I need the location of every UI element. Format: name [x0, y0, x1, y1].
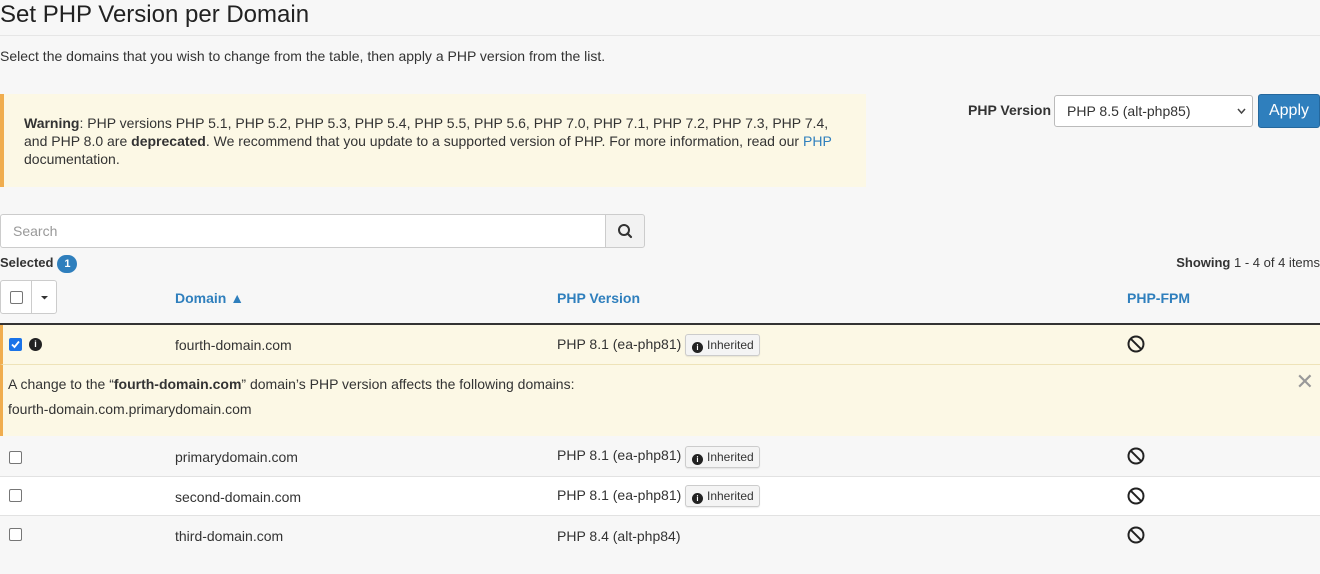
affected-domains-notice: A change to the “fourth-domain.com” doma…	[0, 364, 1320, 436]
php-version-selected: PHP 8.5 (alt-php85)	[1067, 103, 1191, 119]
info-icon: i	[692, 493, 703, 504]
warning-text-3: documentation.	[24, 151, 120, 167]
php-version-label: PHP Version	[968, 102, 1052, 118]
apply-button[interactable]: Apply	[1258, 94, 1320, 128]
select-all-checkbox[interactable]	[10, 291, 23, 304]
inherited-label: Inherited	[707, 338, 754, 352]
php-version-value: PHP 8.1 (ea-php81)	[557, 336, 682, 352]
showing-label: Showing	[1176, 255, 1231, 270]
info-icon: i	[692, 342, 703, 353]
warning-strong: Warning	[24, 115, 80, 131]
php-documentation-link[interactable]: PHP	[803, 133, 832, 149]
php-version-value: PHP 8.1 (ea-php81)	[557, 447, 682, 463]
notice-domain: fourth-domain.com	[113, 376, 242, 392]
caret-down-icon	[41, 296, 48, 300]
close-icon[interactable]: ✕	[1296, 371, 1314, 393]
domain-name: second-domain.com	[175, 489, 302, 505]
search-input[interactable]: Search	[0, 214, 606, 248]
column-header-php-version[interactable]: PHP Version	[557, 290, 640, 306]
domain-name: third-domain.com	[175, 528, 284, 544]
affected-domain: fourth-domain.com.primarydomain.com	[8, 401, 252, 417]
page-title: Set PHP Version per Domain	[0, 1, 310, 28]
inherited-label: Inherited	[707, 489, 754, 503]
notice-message: A change to the “fourth-domain.com” doma…	[8, 375, 574, 393]
column-header-php-fpm[interactable]: PHP-FPM	[1127, 290, 1190, 306]
notice-prefix: A change to the “	[8, 376, 114, 392]
selected-badge: 1	[57, 255, 78, 273]
row-checkbox[interactable]	[9, 451, 22, 464]
info-icon[interactable]: i	[29, 338, 42, 351]
bulk-select-control	[0, 280, 57, 314]
table-row-second-domain[interactable]: second-domain.com PHP 8.1 (ea-php81) i In…	[0, 477, 1320, 516]
domain-name: fourth-domain.com	[175, 337, 292, 353]
row-checkbox[interactable]	[9, 338, 22, 351]
notice-suffix: ” domain’s PHP version affects the follo…	[241, 376, 575, 392]
search-button[interactable]	[605, 214, 645, 248]
disabled-icon	[1127, 447, 1145, 465]
warning-text-2: . We recommend that you update to a supp…	[205, 133, 803, 149]
selected-label: Selected	[0, 255, 54, 270]
inherited-badge: i Inherited	[685, 334, 760, 356]
table-row-primarydomain[interactable]: primarydomain.com PHP 8.1 (ea-php81) i In…	[0, 437, 1320, 477]
row-checkbox[interactable]	[9, 489, 22, 502]
showing-range: 1 - 4 of 4 items	[1234, 255, 1320, 270]
table-row-fourth-domain[interactable]: i fourth-domain.com PHP 8.1 (ea-php81) i…	[0, 325, 1320, 364]
disabled-icon	[1127, 487, 1145, 505]
php-version-select[interactable]: PHP 8.5 (alt-php85)	[1054, 95, 1253, 127]
page-description: Select the domains that you wish to chan…	[0, 48, 606, 64]
title-divider	[0, 35, 1320, 36]
domain-name: primarydomain.com	[175, 449, 298, 465]
pagination-summary: Showing 1 - 4 of 4 items	[1176, 254, 1320, 272]
row-checkbox[interactable]	[9, 528, 22, 541]
inherited-badge: i Inherited	[685, 446, 760, 468]
inherited-badge: i Inherited	[685, 485, 760, 507]
inherited-label: Inherited	[707, 450, 754, 464]
column-header-domain[interactable]: Domain ▲	[175, 290, 244, 306]
search-icon	[618, 224, 633, 239]
php-version-value: PHP 8.1 (ea-php81)	[557, 487, 682, 503]
info-icon: i	[692, 454, 703, 465]
selected-count: Selected 1	[0, 254, 78, 273]
warning-deprecated: deprecated	[131, 133, 206, 149]
bulk-select-dropdown[interactable]	[32, 281, 56, 313]
disabled-icon	[1127, 335, 1145, 353]
disabled-icon	[1127, 526, 1145, 544]
chevron-down-icon	[1237, 96, 1246, 138]
deprecation-warning: Warning: PHP versions PHP 5.1, PHP 5.2, …	[0, 94, 866, 187]
table-row-third-domain[interactable]: third-domain.com PHP 8.4 (alt-php84)	[0, 516, 1320, 554]
php-version-value: PHP 8.4 (alt-php84)	[557, 528, 681, 544]
